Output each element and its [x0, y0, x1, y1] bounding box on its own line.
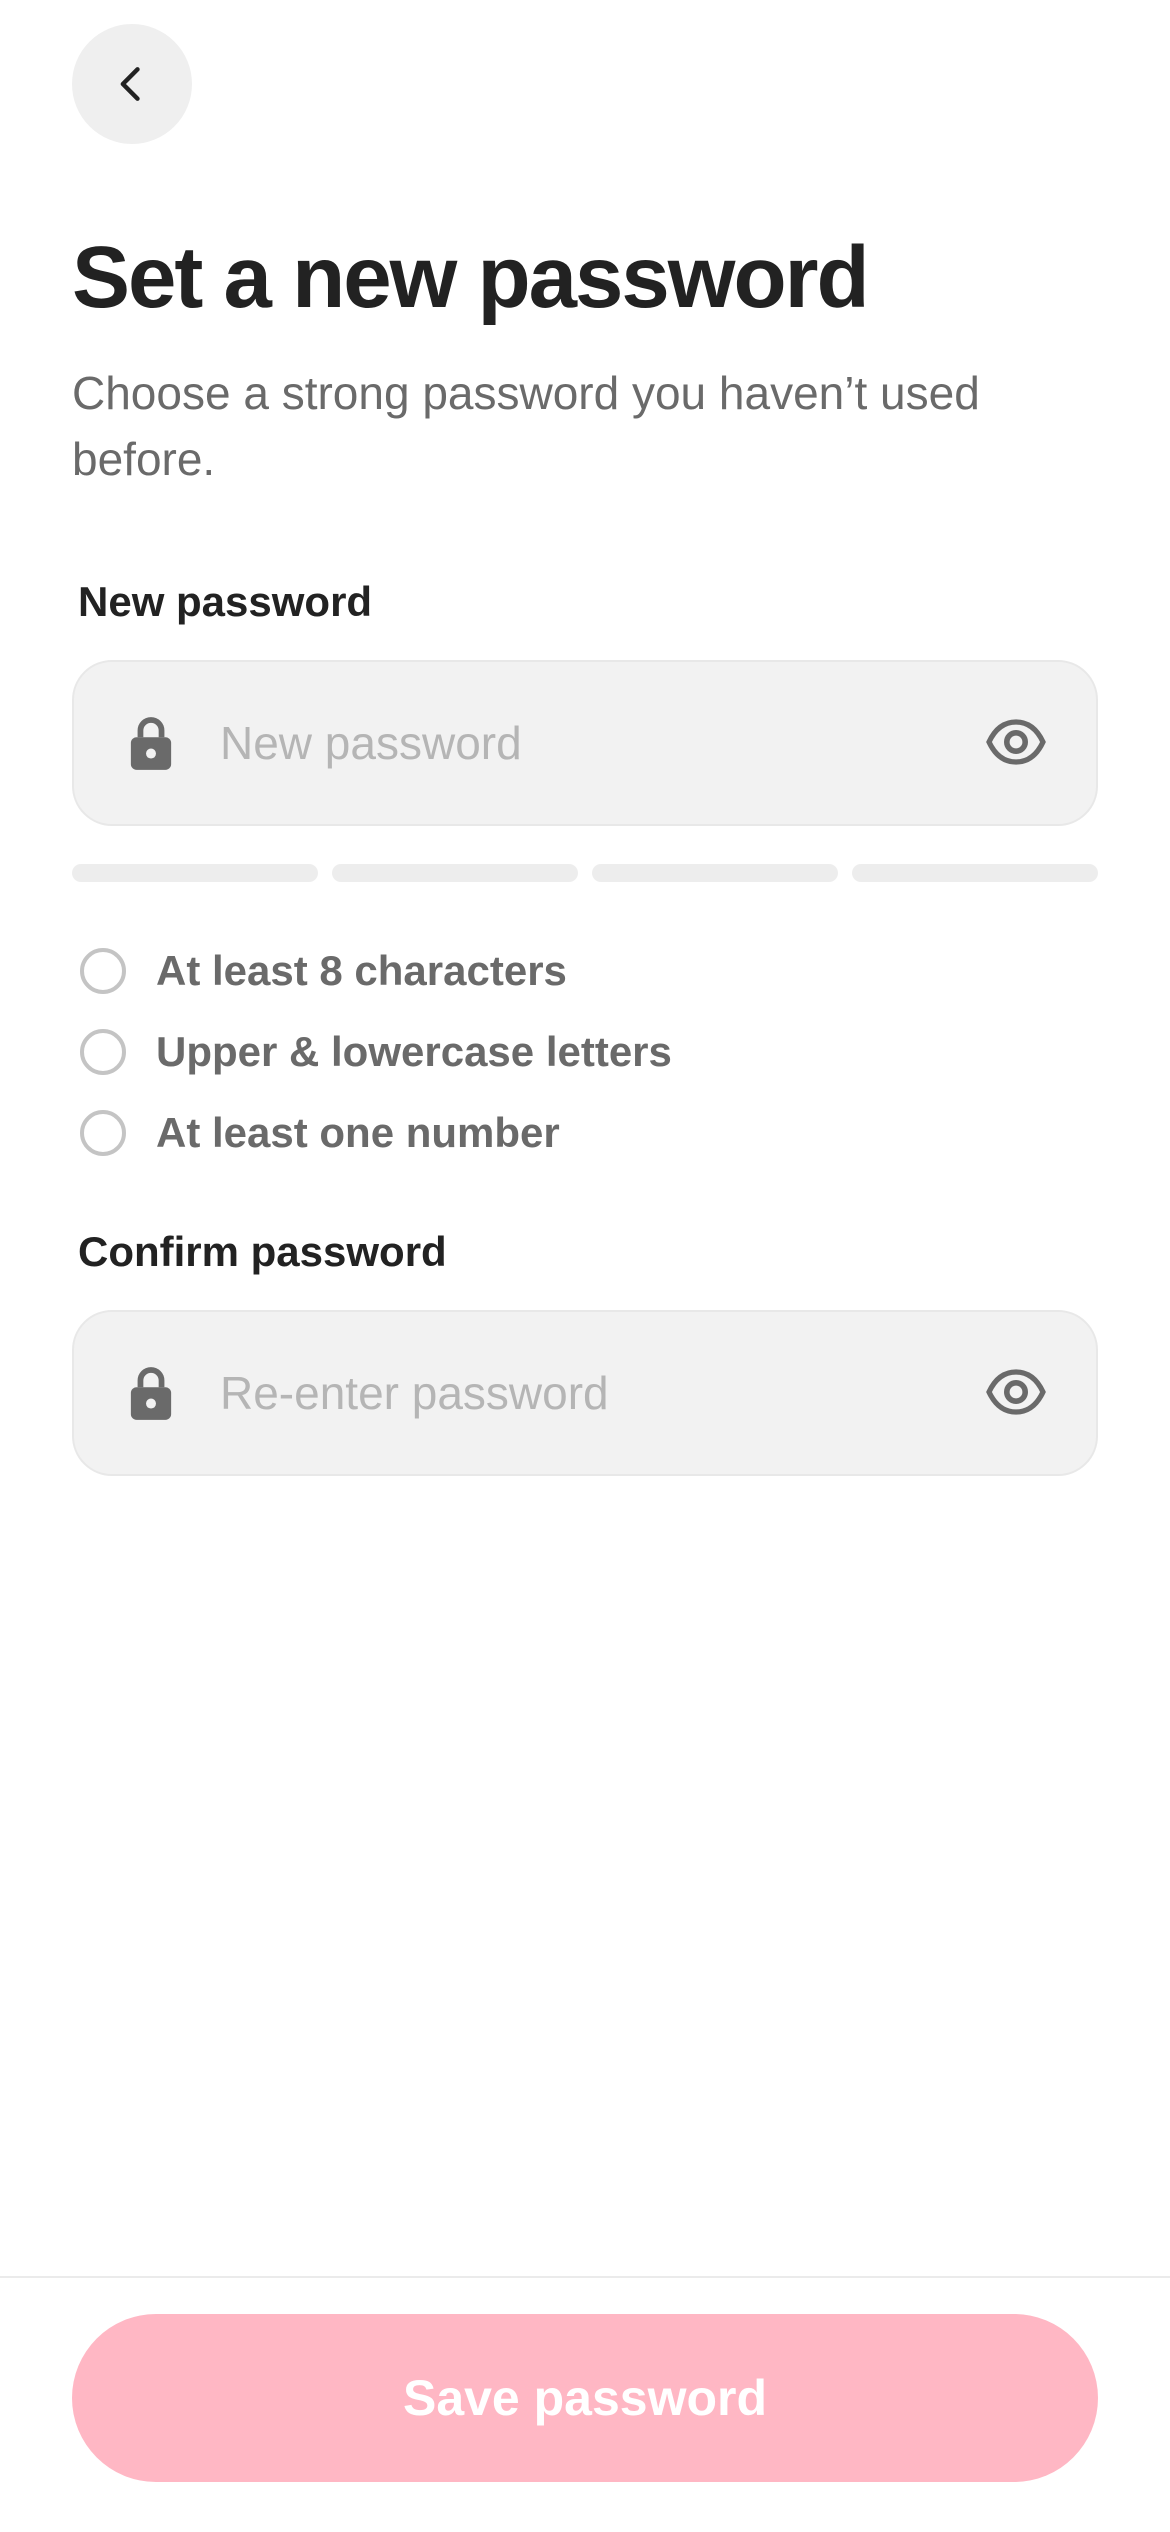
- new-password-input[interactable]: [220, 662, 1000, 824]
- requirement-label: At least 8 characters: [156, 946, 567, 994]
- chevron-left-icon: [120, 67, 140, 101]
- strength-segment: [592, 864, 838, 882]
- strength-segment: [332, 864, 578, 882]
- set-password-screen: Set a new password Choose a strong passw…: [0, 0, 1170, 2532]
- new-password-label: New password: [78, 578, 373, 625]
- confirm-password-field[interactable]: [72, 1310, 1098, 1476]
- lock-icon: [130, 717, 172, 770]
- password-strength-meter: [72, 864, 1098, 882]
- page-subtitle: Choose a strong password you haven’t use…: [72, 367, 980, 485]
- requirement-mixed-case: Upper & lowercase letters: [80, 1011, 1080, 1092]
- save-password-button[interactable]: Save password: [72, 2314, 1098, 2482]
- unchecked-circle-icon: [80, 1028, 126, 1075]
- confirm-password-input[interactable]: [220, 1312, 1000, 1474]
- requirement-label: Upper & lowercase letters: [156, 1027, 672, 1075]
- strength-segment: [852, 864, 1098, 882]
- footer-divider: [0, 2276, 1170, 2278]
- back-button[interactable]: [72, 24, 192, 144]
- unchecked-circle-icon: [80, 1109, 126, 1156]
- eye-icon[interactable]: [986, 1368, 1046, 1416]
- requirement-label: At least one number: [156, 1108, 560, 1156]
- confirm-password-label: Confirm password: [78, 1228, 447, 1275]
- eye-icon[interactable]: [986, 718, 1046, 766]
- requirement-number: At least one number: [80, 1092, 1080, 1173]
- password-requirements: At least 8 characters Upper & lowercase …: [80, 930, 1080, 1173]
- new-password-field[interactable]: [72, 660, 1098, 826]
- page-title: Set a new password: [72, 229, 870, 326]
- strength-segment: [72, 864, 318, 882]
- lock-icon: [130, 1367, 172, 1420]
- unchecked-circle-icon: [80, 947, 126, 994]
- requirement-min-length: At least 8 characters: [80, 930, 1080, 1011]
